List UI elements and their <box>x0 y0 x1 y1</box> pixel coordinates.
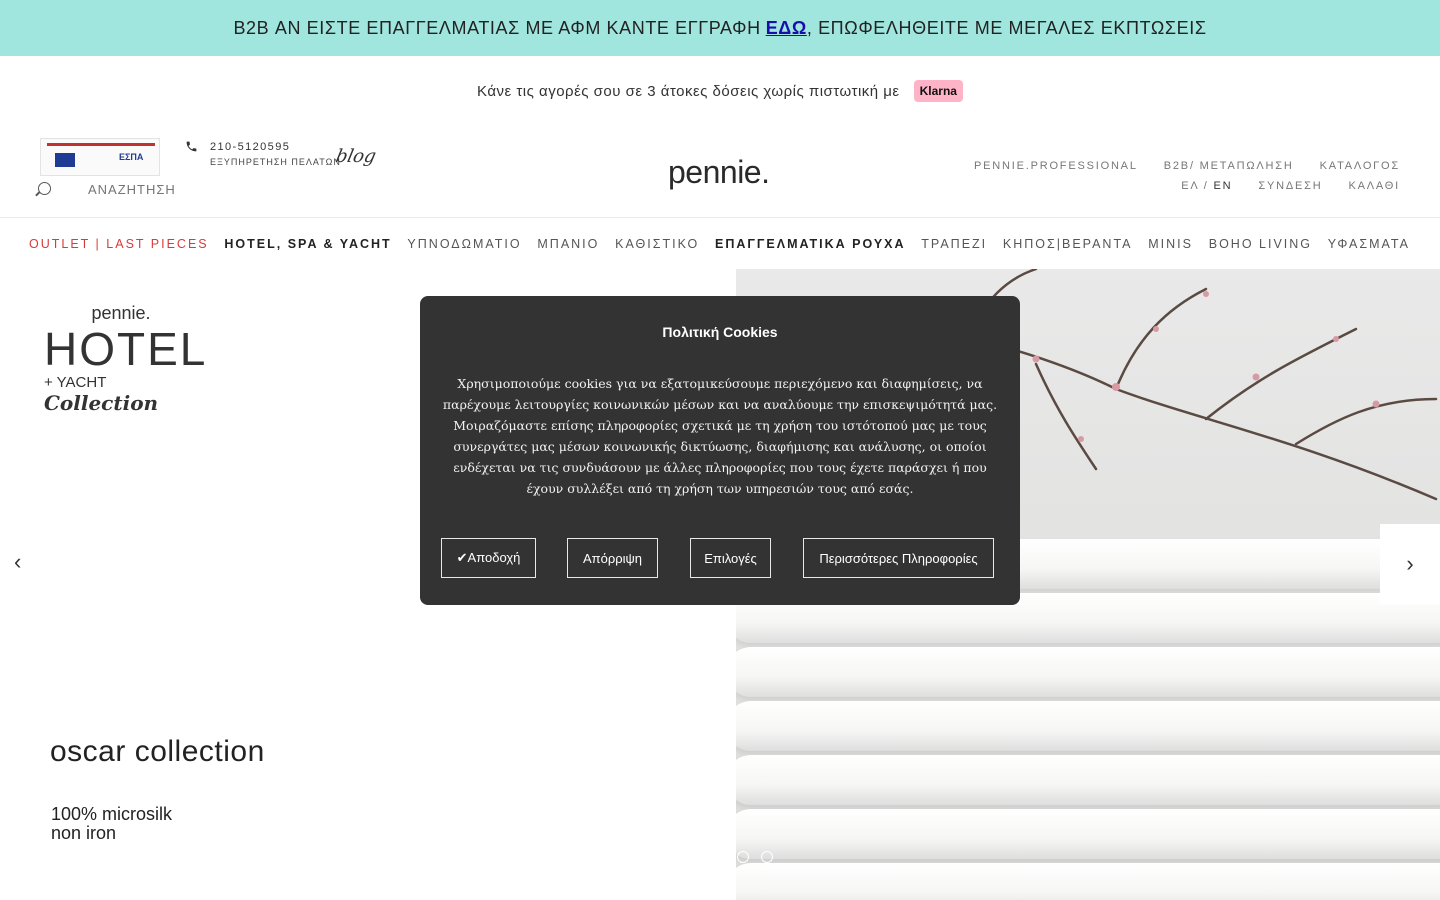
lang-en[interactable]: EN <box>1213 180 1232 192</box>
cookie-consent-dialog: Πολιτική Cookies Χρησιμοποιούμε cookies … <box>420 296 1020 605</box>
hotel-logo-yacht-line: + YACHT Collection <box>44 374 204 415</box>
b2b-text-before: B2B ΑΝ ΕΙΣΤΕ ΕΠΑΓΓΕΛΜΑΤΙΑΣ ΜΕ ΑΦΜ ΚΑΝΤΕ … <box>233 17 761 38</box>
site-header: ΕΣΠΑ 210-5120595 ΕΞΥΠΗΡΕΤΗΣΗ ΠΕΛΑΤΩΝ blo… <box>0 126 1440 218</box>
phone-number: 210-5120595 <box>210 140 291 153</box>
search-icon[interactable] <box>38 182 51 195</box>
nav-item-minis[interactable]: MINIS <box>1148 237 1193 251</box>
login-link[interactable]: ΣΥΝΔΕΣΗ <box>1258 180 1322 192</box>
pennie-professional-link[interactable]: PENNIE.PROFESSIONAL <box>974 160 1138 172</box>
towel-5 <box>736 755 1440 805</box>
towel-6 <box>736 809 1440 859</box>
next-slide-button[interactable]: › <box>1380 524 1440 604</box>
lang-separator: / <box>1203 180 1209 192</box>
klarna-text: Κάνε τις αγορές σου σε 3 άτοκες δόσεις χ… <box>477 82 900 100</box>
towel-3 <box>736 647 1440 697</box>
klarna-bar: Κάνε τις αγορές σου σε 3 άτοκες δόσεις χ… <box>0 56 1440 126</box>
hero-subtitle: 100% microsilk non iron <box>51 805 172 843</box>
prev-slide-button[interactable]: ‹ <box>14 549 21 575</box>
towel-4 <box>736 701 1440 751</box>
site-logo[interactable]: pennie. <box>668 154 770 191</box>
slider-dot-2[interactable] <box>761 851 773 863</box>
nav-item-boho[interactable]: BOHO LIVING <box>1209 237 1312 251</box>
espa-red-stripe <box>47 143 155 146</box>
b2b-register-link[interactable]: ΕΔΩ <box>766 18 807 39</box>
b2b-announcement-bar: B2B ΑΝ ΕΙΣΤΕ ΕΠΑΓΓΕΛΜΑΤΙΑΣ ΜΕ ΑΦΜ ΚΑΝΤΕ … <box>0 0 1440 56</box>
nav-item-living-room[interactable]: ΚΑΘΙΣΤΙΚΟ <box>615 237 699 251</box>
phone-subtitle: ΕΞΥΠΗΡΕΤΗΣΗ ΠΕΛΑΤΩΝ <box>210 157 341 165</box>
accept-cookies-button[interactable]: ✔Αποδοχή <box>441 538 536 578</box>
reject-cookies-button[interactable]: Απόρριψη <box>567 538 658 578</box>
cookie-body-text: Χρησιμοποιούμε cookies για να εξατομικεύ… <box>442 376 998 496</box>
cookie-options-button[interactable]: Επιλογές <box>690 538 771 578</box>
slider-dot-1[interactable] <box>737 851 749 863</box>
nav-item-hotel[interactable]: HOTEL, SPA & YACHT <box>224 237 391 251</box>
klarna-logo: Klarna <box>913 80 963 102</box>
main-navigation: OUTLET | LAST PIECES HOTEL, SPA & YACHT … <box>0 219 1440 269</box>
cart-link[interactable]: ΚΑΛΑΘΙ <box>1348 180 1400 192</box>
search-input[interactable] <box>88 182 288 197</box>
language-switcher: ΕΛ / EN <box>1181 180 1232 192</box>
phone-icon <box>186 141 197 152</box>
nav-item-garden[interactable]: ΚΗΠΟΣ|ΒΕΡΑΝΤΑ <box>1003 237 1133 251</box>
nav-item-outlet[interactable]: OUTLET | LAST PIECES <box>29 237 209 251</box>
hero-subtitle-line1: 100% microsilk <box>51 804 173 824</box>
espa-label: ΕΣΠΑ <box>119 152 144 162</box>
hotel-collection-logo: pennie. HOTEL + YACHT Collection <box>44 303 208 415</box>
blog-link[interactable]: blog <box>334 146 378 167</box>
nav-item-bedroom[interactable]: ΥΠΝΟΔΩΜΑΤΙΟ <box>407 237 521 251</box>
cookie-title: Πολιτική Cookies <box>662 324 778 340</box>
catalog-link[interactable]: ΚΑΤΑΛΟΓΟΣ <box>1320 160 1400 172</box>
hotel-logo-yacht: + YACHT <box>44 374 107 391</box>
b2b-resale-link[interactable]: B2B/ ΜΕΤΑΠΩΛΗΣΗ <box>1164 160 1294 172</box>
nav-item-table[interactable]: ΤΡΑΠΕΖΙ <box>921 237 987 251</box>
hero-subtitle-line2: non iron <box>51 823 117 843</box>
account-nav: PENNIE.PROFESSIONAL B2B/ ΜΕΤΑΠΩΛΗΣΗ ΚΑΤΑ… <box>974 160 1400 200</box>
cookie-more-info-button[interactable]: Περισσότερες Πληροφορίες <box>803 538 994 578</box>
hotel-logo-collection: Collection <box>44 391 159 415</box>
hero-title: oscar collection <box>50 735 265 768</box>
hotel-logo-pennie: pennie. <box>91 303 151 323</box>
nav-item-bath[interactable]: ΜΠΑΝΙΟ <box>537 237 599 251</box>
espa-banner[interactable]: ΕΣΠΑ <box>40 138 160 176</box>
eu-flag-icon <box>55 153 75 167</box>
b2b-text-after: , ΕΠΩΦΕΛΗΘΕΙΤΕ ΜΕ ΜΕΓΑΛΕΣ ΕΚΠΤΩΣΕΙΣ <box>806 17 1207 38</box>
phone-contact[interactable]: 210-5120595 <box>185 140 290 153</box>
towel-7 <box>736 863 1440 900</box>
nav-item-workwear[interactable]: ΕΠΑΓΓΕΛΜΑΤΙΚΑ ΡΟΥΧΑ <box>715 237 906 251</box>
lang-el[interactable]: ΕΛ <box>1181 180 1199 192</box>
slider-dots <box>737 851 773 863</box>
nav-item-fabrics[interactable]: ΥΦΑΣΜΑΤΑ <box>1328 237 1410 251</box>
hotel-logo-hotel: HOTEL <box>44 323 208 375</box>
